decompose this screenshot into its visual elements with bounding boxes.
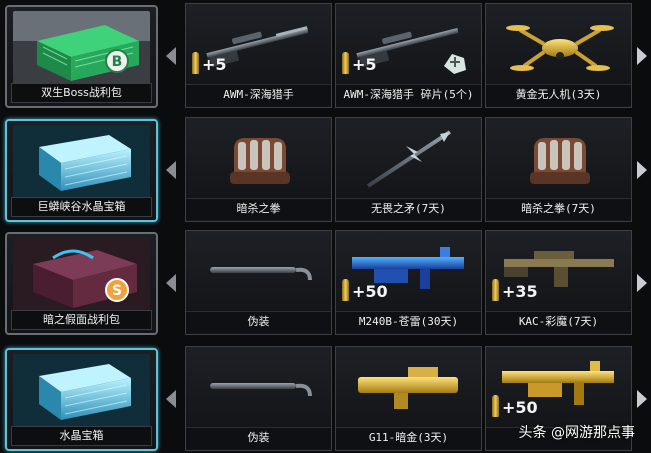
item-label: KAC-彩魔(7天) [486,311,631,332]
reward-slot[interactable]: 暗杀之拳(7天) [485,117,632,222]
reward-slot[interactable]: 无畏之矛(7天) [335,117,482,222]
bullet-icon [342,52,349,74]
chest-card-boss[interactable]: B 双生Boss战利包 [5,5,158,108]
bullet-icon [342,279,349,301]
scroll-right-button[interactable] [633,386,651,412]
item-label: 伪装 [186,311,331,332]
item-label: M240B-苍雷(30天) [336,311,481,332]
scroll-left-button[interactable] [162,43,180,69]
scroll-left-button[interactable] [162,157,180,183]
dark-mask-chest-icon: S [13,238,150,312]
item-label: 黄金无人机(3天) [486,84,631,105]
green-chest-icon: B [13,11,150,85]
chevron-left-icon [166,390,176,408]
disguise-rod-icon [194,353,323,423]
reward-slot[interactable]: +50 M240B-苍雷(30天) [335,230,482,335]
chest-label: 暗之假面战利包 [11,310,152,330]
reward-slot[interactable]: 暗杀之拳 [185,117,332,222]
item-label: AWM-深海猎手 碎片(5个) [336,84,481,105]
reward-slot[interactable]: +5 AWM-深海猎手 碎片(5个) [335,3,482,108]
item-label: 暗杀之拳 [186,198,331,219]
quantity: +50 [342,279,388,301]
chest-label: 双生Boss战利包 [11,83,152,103]
chevron-left-icon [166,274,176,292]
chevron-right-icon [637,161,647,179]
chevron-right-icon [637,390,647,408]
watermark: 头条 @网游那点事 [518,425,635,441]
spear-icon [344,124,473,194]
chest-row: B 双生Boss战利包 +5 AWM-深海猎手 +5 AWM-深海猎手 碎片(5… [0,3,651,110]
chest-row: S 暗之假面战利包 伪装 +50 M240B-苍雷(30天) +35 KAC-彩… [0,230,651,337]
reward-slot[interactable]: G11-暗金(3天) [335,346,482,451]
chevron-left-icon [166,161,176,179]
scroll-left-button[interactable] [162,386,180,412]
disguise-rod-icon [194,237,323,307]
chest-row: 巨蟒峡谷水晶宝箱 暗杀之拳 无畏之矛(7天) 暗杀之拳(7天) [0,117,651,224]
reward-slot[interactable]: +35 KAC-彩魔(7天) [485,230,632,335]
chevron-left-icon [166,47,176,65]
chest-card-dark-mask[interactable]: S 暗之假面战利包 [5,232,158,335]
chest-badge: B [112,54,123,70]
glove-icon [194,124,323,194]
quantity: +5 [192,52,227,74]
bullet-icon [192,52,199,74]
chest-label: 水晶宝箱 [11,426,152,446]
crystal-chest-icon [13,354,150,428]
item-label: G11-暗金(3天) [336,427,481,448]
chevron-right-icon [637,47,647,65]
bullet-icon [492,395,499,417]
item-label: 无畏之矛(7天) [336,198,481,219]
crystal-chest-icon [13,125,150,199]
item-label: 暗杀之拳(7天) [486,198,631,219]
glove-icon [494,124,623,194]
chest-badge: S [112,283,122,299]
chest-card-crystal-canyon[interactable]: 巨蟒峡谷水晶宝箱 [5,119,158,222]
bullet-icon [492,279,499,301]
chest-label: 巨蟒峡谷水晶宝箱 [11,197,152,217]
scroll-right-button[interactable] [633,43,651,69]
quantity: +35 [492,279,538,301]
scroll-right-button[interactable] [633,270,651,296]
scroll-right-button[interactable] [633,157,651,183]
scroll-left-button[interactable] [162,270,180,296]
gold-drone-icon [494,10,623,80]
reward-slot[interactable]: 伪装 [185,230,332,335]
reward-slot[interactable]: 伪装 [185,346,332,451]
chest-card-crystal[interactable]: 水晶宝箱 [5,348,158,451]
reward-slot[interactable]: +5 AWM-深海猎手 [185,3,332,108]
item-label: 伪装 [186,427,331,448]
reward-slot[interactable]: 黄金无人机(3天) [485,3,632,108]
gold-rifle-icon [344,353,473,423]
quantity: +5 [342,52,377,74]
chevron-right-icon [637,274,647,292]
item-label: AWM-深海猎手 [186,84,331,105]
quantity: +50 [492,395,538,417]
